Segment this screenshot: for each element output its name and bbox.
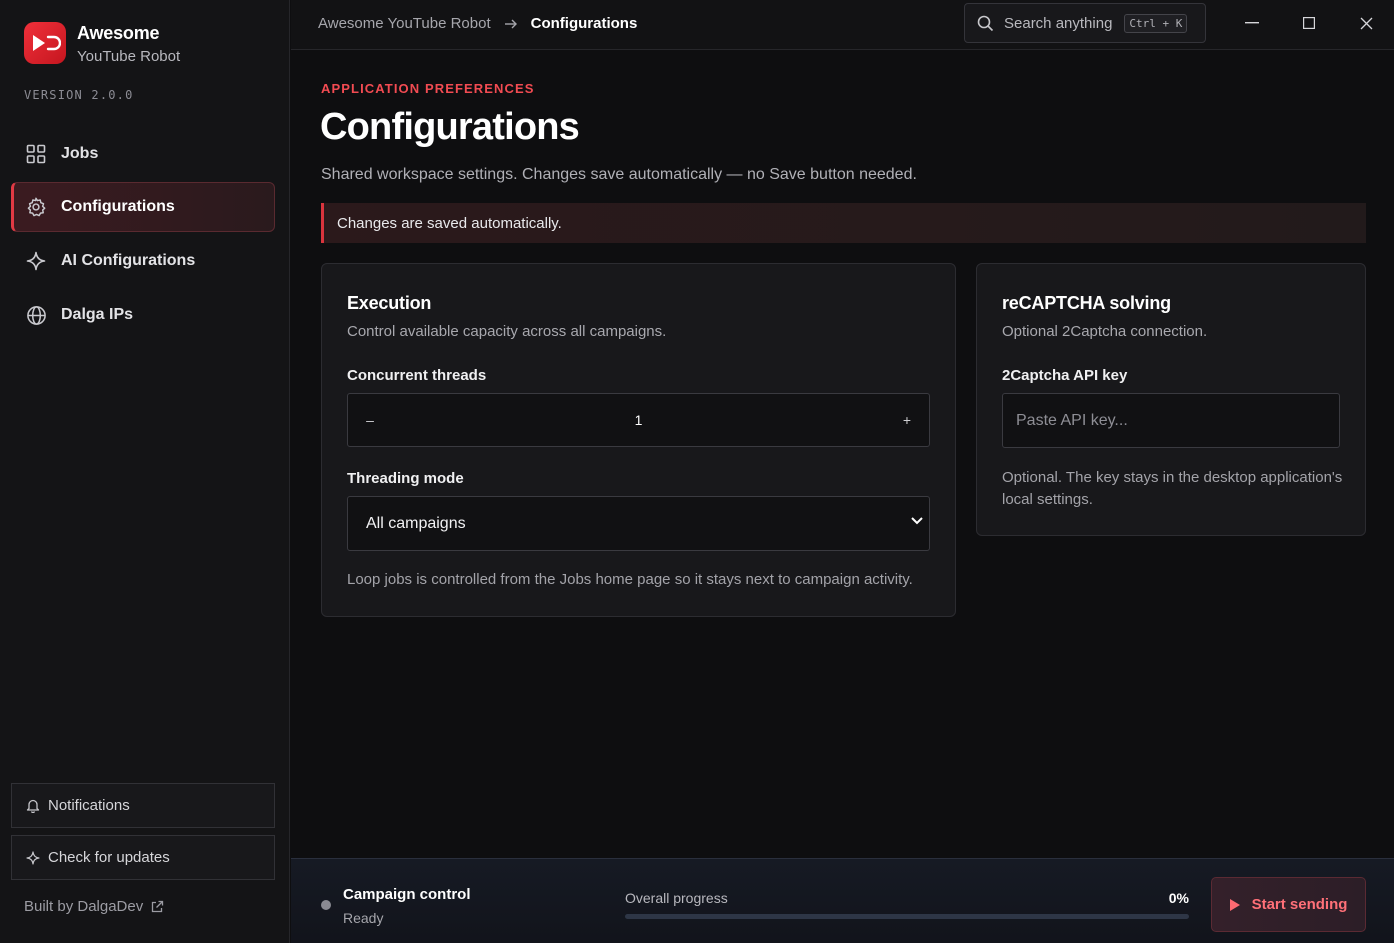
progress-bar xyxy=(625,914,1189,919)
brand-name: Awesome xyxy=(77,23,160,43)
execution-description: Control available capacity across all ca… xyxy=(347,323,667,340)
check-updates-button[interactable]: Check for updates xyxy=(11,835,275,880)
maximize-icon xyxy=(1303,17,1315,29)
sidebar: Awesome YouTube Robot VERSION 2.0.0 Jobs… xyxy=(0,0,290,943)
api-key-placeholder: Paste API key... xyxy=(1016,411,1128,429)
close-icon xyxy=(1360,17,1373,30)
search-input[interactable]: Search anything Ctrl + K xyxy=(964,3,1206,43)
sidebar-item-jobs[interactable]: Jobs xyxy=(11,129,275,179)
autosave-banner: Changes are saved automatically. xyxy=(321,203,1366,243)
sidebar-item-label: Dalga IPs xyxy=(61,306,134,323)
gear-icon xyxy=(25,196,47,218)
brand-subtitle: YouTube Robot xyxy=(77,48,181,65)
recaptcha-card: reCAPTCHA solving Optional 2Captcha conn… xyxy=(976,263,1366,536)
built-by-link[interactable]: Built by DalgaDev xyxy=(24,898,164,915)
execution-card: Execution Control available capacity acr… xyxy=(321,263,956,617)
sidebar-item-configurations[interactable]: Configurations xyxy=(11,182,275,232)
campaign-control-bar: Campaign control Ready Overall progress … xyxy=(291,858,1394,943)
chevron-down-icon xyxy=(911,517,923,525)
threading-mode-value: All campaigns xyxy=(366,514,466,532)
progress-label: Overall progress xyxy=(625,890,728,906)
execution-title: Execution xyxy=(347,293,432,313)
sidebar-item-label: Configurations xyxy=(61,198,175,215)
start-sending-label: Start sending xyxy=(1251,896,1348,913)
brand: Awesome YouTube Robot xyxy=(24,22,180,65)
threading-mode-label: Threading mode xyxy=(347,470,464,487)
breadcrumb-current: Configurations xyxy=(530,15,638,32)
sidebar-item-ai-configurations[interactable]: AI Configurations xyxy=(11,236,275,286)
search-icon xyxy=(977,15,994,32)
minimize-icon xyxy=(1245,22,1259,24)
section-eyebrow: APPLICATION PREFERENCES xyxy=(321,81,535,96)
autosave-banner-text: Changes are saved automatically. xyxy=(337,214,562,232)
sidebar-item-label: AI Configurations xyxy=(61,252,196,269)
arrow-right-icon xyxy=(504,18,518,30)
sidebar-item-dalga-ips[interactable]: Dalga IPs xyxy=(11,290,275,340)
globe-icon xyxy=(25,304,47,326)
progress-percent: 0% xyxy=(1168,890,1189,906)
start-sending-button[interactable]: Start sending xyxy=(1211,877,1366,932)
breadcrumb-root[interactable]: Awesome YouTube Robot xyxy=(318,15,491,32)
execution-helper: Loop jobs is controlled from the Jobs ho… xyxy=(347,571,913,588)
sparkle-icon xyxy=(26,850,40,865)
top-bar: Awesome YouTube Robot Configurations Sea… xyxy=(291,0,1394,50)
recaptcha-title: reCAPTCHA solving xyxy=(1002,293,1171,313)
play-icon xyxy=(1229,898,1240,911)
bell-icon xyxy=(26,798,40,813)
built-by-label: Built by DalgaDev xyxy=(24,898,144,915)
minimize-button[interactable] xyxy=(1224,0,1280,46)
notifications-label: Notifications xyxy=(48,797,130,814)
maximize-button[interactable] xyxy=(1281,0,1337,46)
recaptcha-helper: Optional. The key stays in the desktop a… xyxy=(1002,469,1343,508)
page-title: Configurations xyxy=(320,106,580,148)
version-label: VERSION 2.0.0 xyxy=(24,88,134,102)
recaptcha-description: Optional 2Captcha connection. xyxy=(1002,323,1208,340)
search-placeholder: Search anything xyxy=(1004,14,1113,32)
decrement-button[interactable]: – xyxy=(348,394,392,446)
breadcrumb: Awesome YouTube Robot Configurations xyxy=(318,15,637,32)
external-link-icon xyxy=(150,900,164,914)
campaign-status: Ready xyxy=(343,910,384,926)
concurrent-threads-label: Concurrent threads xyxy=(347,367,487,384)
campaign-control-title: Campaign control xyxy=(343,886,471,903)
sidebar-item-label: Jobs xyxy=(61,145,99,162)
api-key-label: 2Captcha API key xyxy=(1002,367,1128,384)
check-updates-label: Check for updates xyxy=(48,849,170,866)
threads-value[interactable]: 1 xyxy=(392,412,885,428)
api-key-input[interactable]: Paste API key... xyxy=(1002,393,1340,448)
app-logo-icon xyxy=(24,22,66,64)
notifications-button[interactable]: Notifications xyxy=(11,783,275,828)
grid-icon xyxy=(25,143,47,165)
page-description: Shared workspace settings. Changes save … xyxy=(321,166,917,183)
increment-button[interactable]: + xyxy=(885,394,929,446)
search-shortcut: Ctrl + K xyxy=(1124,13,1188,33)
threading-mode-select[interactable]: All campaigns xyxy=(347,496,930,551)
status-indicator xyxy=(321,900,331,910)
sparkle-icon xyxy=(25,250,47,272)
concurrent-threads-stepper: – 1 + xyxy=(347,393,930,447)
close-button[interactable] xyxy=(1338,0,1394,46)
